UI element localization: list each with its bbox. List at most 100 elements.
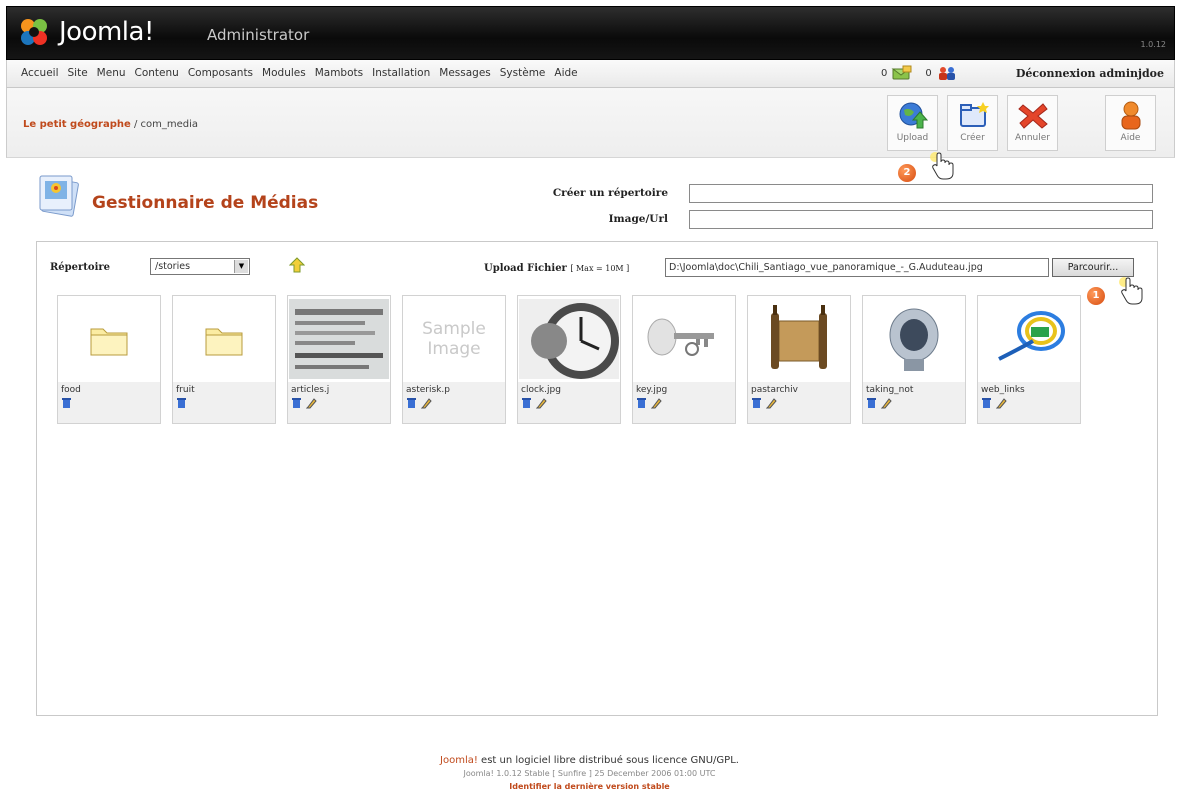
- menu-item-systeme[interactable]: Système: [500, 67, 546, 79]
- pointer-hand-icon: [1119, 277, 1143, 305]
- image-url-label: Image/Url: [608, 213, 668, 225]
- media-caption: fruit: [173, 382, 275, 423]
- footer-license: Joomla! est un logiciel libre distribué …: [0, 755, 1179, 766]
- main-menu: Accueil Site Menu Contenu Composants Mod…: [21, 67, 578, 79]
- version-label: 1.0.12: [1140, 40, 1166, 49]
- media-item-image[interactable]: pastarchiv: [747, 295, 851, 424]
- pointer-hand-icon: [930, 152, 954, 180]
- trash-icon[interactable]: [981, 397, 992, 409]
- menu-item-modules[interactable]: Modules: [262, 67, 306, 79]
- up-directory-icon[interactable]: [289, 257, 305, 273]
- help-button-label: Aide: [1120, 133, 1141, 143]
- media-item-image[interactable]: articles.j: [287, 295, 391, 424]
- media-thumb[interactable]: Sample Image: [403, 296, 505, 382]
- sample-image-text-2: Image: [427, 339, 481, 359]
- footer-license-text: est un logiciel libre distribué sous lic…: [477, 755, 739, 766]
- create-button-label: Créer: [960, 133, 985, 143]
- media-item-image[interactable]: taking_not: [862, 295, 966, 424]
- media-thumb[interactable]: [863, 296, 965, 382]
- cancel-button-label: Annuler: [1014, 133, 1050, 143]
- main-menu-bar: Accueil Site Menu Contenu Composants Mod…: [6, 60, 1175, 88]
- media-caption: key.jpg: [633, 382, 735, 423]
- menu-item-messages[interactable]: Messages: [439, 67, 491, 79]
- trash-icon[interactable]: [176, 397, 187, 409]
- menu-item-site[interactable]: Site: [68, 67, 88, 79]
- breadcrumb-site[interactable]: Le petit géographe: [23, 119, 131, 130]
- media-thumb[interactable]: [58, 296, 160, 382]
- media-caption: pastarchiv: [748, 382, 850, 423]
- media-thumb[interactable]: [748, 296, 850, 382]
- media-thumb[interactable]: [518, 296, 620, 382]
- media-item-image[interactable]: web_links: [977, 295, 1081, 424]
- upload-file-label: Upload Fichier [ Max = 10M ]: [484, 263, 629, 274]
- menu-item-composants[interactable]: Composants: [188, 67, 253, 79]
- menu-item-accueil[interactable]: Accueil: [21, 67, 59, 79]
- users-count: 0: [925, 67, 932, 79]
- media-caption: clock.jpg: [518, 382, 620, 423]
- edit-pencil-icon[interactable]: [536, 397, 547, 409]
- footer-joomla-link[interactable]: Joomla!: [440, 755, 478, 766]
- create-button[interactable]: Créer: [947, 95, 998, 151]
- media-caption: taking_not: [863, 382, 965, 423]
- logout-link[interactable]: Déconnexion adminjdoe: [1016, 67, 1164, 80]
- callout-badge-1: 1: [1087, 287, 1105, 305]
- menu-item-aide[interactable]: Aide: [554, 67, 577, 79]
- media-thumb[interactable]: [978, 296, 1080, 382]
- upload-button[interactable]: Upload: [887, 95, 938, 151]
- directory-label: Répertoire: [50, 262, 111, 273]
- upload-file-input[interactable]: D:\Joomla\doc\Chili_Santiago_vue_panoram…: [665, 258, 1049, 277]
- media-name: key.jpg: [636, 385, 668, 395]
- media-item-sample[interactable]: Sample Image asterisk.p: [402, 295, 506, 424]
- media-caption: asterisk.p: [403, 382, 505, 423]
- create-directory-input[interactable]: [689, 184, 1153, 203]
- media-item-folder[interactable]: fruit: [172, 295, 276, 424]
- edit-pencil-icon[interactable]: [881, 397, 892, 409]
- directory-selected-value: /stories: [155, 261, 191, 272]
- media-item-folder[interactable]: food: [57, 295, 161, 424]
- directory-select[interactable]: /stories ▼: [150, 258, 250, 275]
- chevron-down-icon[interactable]: ▼: [234, 260, 248, 273]
- media-caption: food: [58, 382, 160, 423]
- cancel-x-icon: [1017, 103, 1048, 129]
- trash-icon[interactable]: [751, 397, 762, 409]
- page-title: Gestionnaire de Médias: [92, 193, 319, 213]
- scroll-image: [749, 299, 849, 379]
- upload-max-size: [ Max = 10M ]: [570, 264, 630, 273]
- media-thumb[interactable]: [633, 296, 735, 382]
- upload-globe-icon: [899, 102, 928, 129]
- edit-pencil-icon[interactable]: [766, 397, 777, 409]
- messages-icon[interactable]: [891, 65, 913, 81]
- trash-icon[interactable]: [406, 397, 417, 409]
- edit-pencil-icon[interactable]: [651, 397, 662, 409]
- edit-pencil-icon[interactable]: [306, 397, 317, 409]
- trash-icon[interactable]: [866, 397, 877, 409]
- image-url-input[interactable]: [689, 210, 1153, 229]
- browse-button[interactable]: Parcourir...: [1052, 258, 1134, 277]
- callout-badge-2: 2: [898, 164, 916, 182]
- media-item-image[interactable]: key.jpg: [632, 295, 736, 424]
- trash-icon[interactable]: [521, 397, 532, 409]
- edit-pencil-icon[interactable]: [421, 397, 432, 409]
- media-thumb[interactable]: [173, 296, 275, 382]
- menu-item-contenu[interactable]: Contenu: [135, 67, 179, 79]
- users-icon[interactable]: [936, 65, 958, 81]
- media-caption: articles.j: [288, 382, 390, 423]
- media-caption: web_links: [978, 382, 1080, 423]
- help-button[interactable]: Aide: [1105, 95, 1156, 151]
- trash-icon[interactable]: [291, 397, 302, 409]
- media-name: asterisk.p: [406, 385, 450, 395]
- footer-check-version-link[interactable]: Identifier la dernière version stable: [0, 782, 1179, 791]
- menu-item-mambots[interactable]: Mambots: [315, 67, 363, 79]
- media-item-image[interactable]: clock.jpg: [517, 295, 621, 424]
- trash-icon[interactable]: [636, 397, 647, 409]
- trash-icon[interactable]: [61, 397, 72, 409]
- menu-item-installation[interactable]: Installation: [372, 67, 430, 79]
- edit-pencil-icon[interactable]: [996, 397, 1007, 409]
- key-image: [634, 299, 734, 379]
- menu-item-menu[interactable]: Menu: [97, 67, 126, 79]
- cancel-button[interactable]: Annuler: [1007, 95, 1058, 151]
- media-name: food: [61, 385, 81, 395]
- speaker-image: [864, 299, 964, 379]
- media-thumb[interactable]: [288, 296, 390, 382]
- media-name: articles.j: [291, 385, 330, 395]
